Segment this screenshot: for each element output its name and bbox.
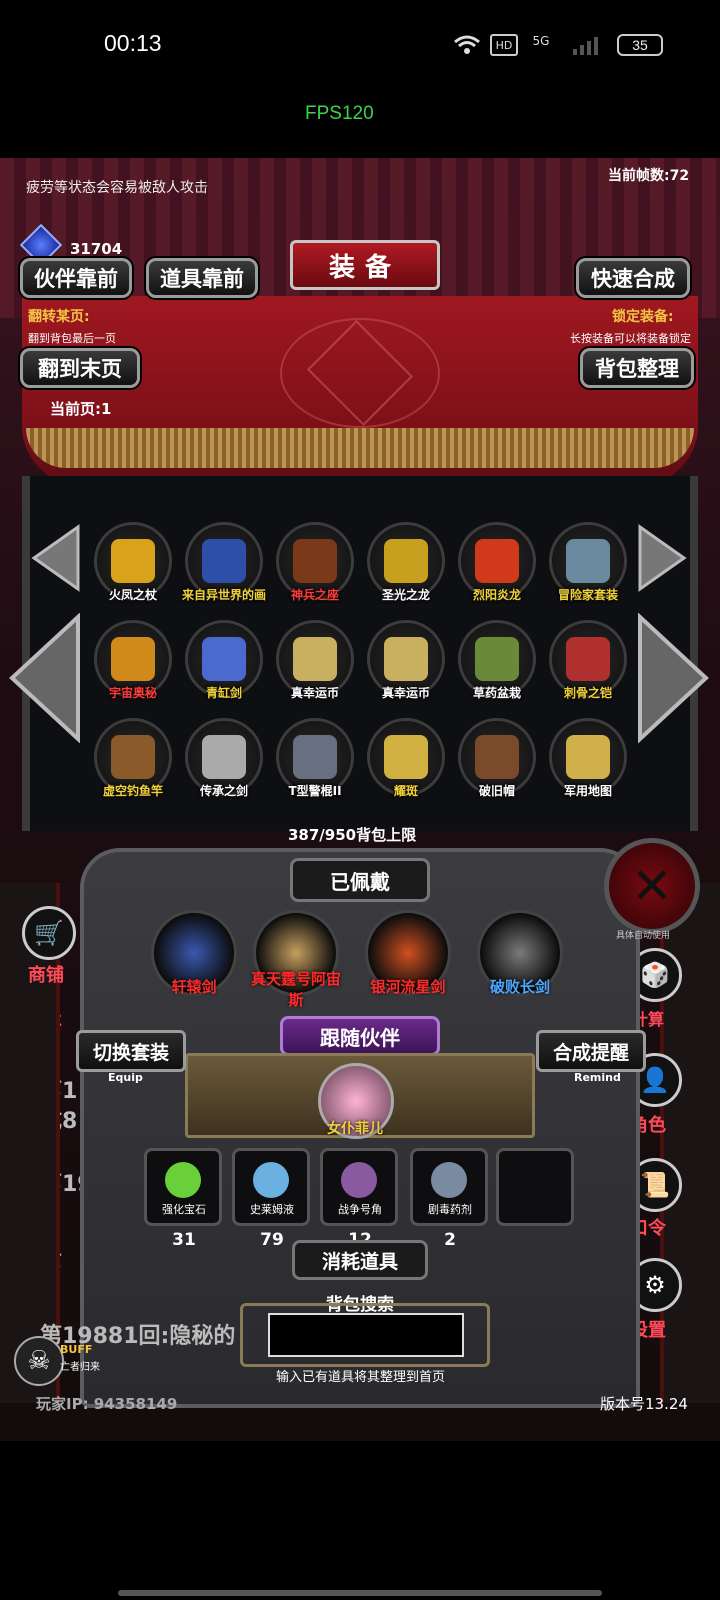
worn-weapon-label: 破败长剑 <box>489 978 550 996</box>
item-icon <box>202 637 246 681</box>
consumable-label: 史莱姆液 <box>250 1203 294 1216</box>
item-icon <box>475 735 519 779</box>
flip-page-label: 翻转某页: <box>28 309 90 325</box>
item-first-button[interactable]: 道具靠前 <box>146 258 258 298</box>
version: 版本号13.24 <box>600 1395 688 1413</box>
equip-title: 装备 <box>290 240 440 290</box>
search-hint: 输入已有道具将其整理到首页 <box>276 1370 446 1385</box>
item-icon <box>111 735 155 779</box>
consumable-label: 剧毒药剂 <box>428 1203 472 1216</box>
merge-remind-caption: Remind <box>574 1071 621 1084</box>
worn-weapon-label: 真天霆号阿宙斯 <box>250 970 341 1009</box>
consumable-icon <box>165 1162 201 1198</box>
item-icon <box>384 539 428 583</box>
prev-page-small-icon[interactable] <box>30 523 82 593</box>
next-page-small-icon[interactable] <box>636 523 688 593</box>
merge-remind-button[interactable]: 合成提醒 <box>536 1030 646 1072</box>
consumable-icon <box>341 1162 377 1198</box>
item-icon <box>566 539 610 583</box>
consumable-icon <box>253 1162 289 1198</box>
game-screen: 疲劳等状态会容易被敌人攻击 当前帧数:72 31704 哥 第1 成8 第19 … <box>0 158 720 1441</box>
lock-equip-hint: 长按装备可以将装备锁定 <box>570 332 691 345</box>
item-icon <box>202 735 246 779</box>
shop-icon[interactable]: 🛒 <box>22 906 76 960</box>
auto-use-label: 具体自动使用 <box>616 931 671 941</box>
worn-title: 已佩戴 <box>290 858 430 902</box>
frame-counter: 当前帧数:72 <box>608 168 690 184</box>
current-page: 当前页:1 <box>50 400 112 418</box>
buff-label: BUFF <box>60 1343 93 1356</box>
consumable-icon <box>431 1162 467 1198</box>
wifi-icon <box>452 34 482 56</box>
switch-set-button[interactable]: 切换套装 <box>76 1030 186 1072</box>
item-icon <box>111 539 155 583</box>
shop-label[interactable]: 商铺 <box>28 961 64 987</box>
item-icon <box>293 539 337 583</box>
consumables-title: 消耗道具 <box>292 1240 428 1280</box>
quick-merge-button[interactable]: 快速合成 <box>576 258 690 298</box>
item-icon <box>566 637 610 681</box>
consumable-label: 强化宝石 <box>162 1203 206 1216</box>
worn-weapon-label: 轩辕剑 <box>171 978 217 996</box>
item-icon <box>111 637 155 681</box>
lock-equip-label: 锁定装备: <box>612 309 674 325</box>
player-ip: 玩家IP: 94358149 <box>36 1395 178 1413</box>
companion-name: 女仆菲儿 <box>327 1121 383 1137</box>
item-label: 军用地图 <box>563 784 612 798</box>
buff-sub: 亡者归来 <box>60 1362 100 1373</box>
battery-icon: 35 <box>617 34 663 56</box>
gesture-bar[interactable] <box>118 1590 602 1596</box>
item-icon <box>475 539 519 583</box>
item-icon <box>384 637 428 681</box>
to-last-page-button[interactable]: 翻到末页 <box>20 348 140 388</box>
consumable-label: 战争号角 <box>338 1203 382 1216</box>
partner-first-button[interactable]: 伙伴靠前 <box>20 258 132 298</box>
worn-weapon-label: 银河流星剑 <box>370 978 446 996</box>
item-icon <box>293 735 337 779</box>
banner-fringe <box>26 428 694 468</box>
hd-icon: HD <box>490 34 518 56</box>
item-label: 冒险家套装 <box>557 588 618 602</box>
consumable-count: 31 <box>172 1230 196 1250</box>
item-icon <box>566 735 610 779</box>
switch-set-caption: Equip <box>108 1071 143 1084</box>
prev-page-icon[interactable] <box>8 613 82 743</box>
item-icon <box>384 735 428 779</box>
item-icon <box>293 637 337 681</box>
fatigue-hint: 疲劳等状态会容易被敌人攻击 <box>26 180 208 196</box>
follow-partner-title: 跟随伙伴 <box>280 1016 440 1056</box>
empty-consumable-slot[interactable] <box>496 1148 574 1226</box>
next-page-icon[interactable] <box>636 613 710 743</box>
item-icon <box>202 539 246 583</box>
signal-bars-icon <box>570 34 600 56</box>
flip-page-hint: 翻到背包最后一页 <box>28 332 116 345</box>
fps-overlay: FPS120 <box>305 103 374 124</box>
item-label: 刺骨之铠 <box>563 686 612 700</box>
sort-bag-button[interactable]: 背包整理 <box>580 348 694 388</box>
bag-capacity: 387/950背包上限 <box>288 826 417 844</box>
close-button[interactable]: ✕ <box>604 838 700 934</box>
clock: 00:13 <box>104 30 162 56</box>
gem-count: 31704 <box>70 240 123 258</box>
search-input[interactable] <box>268 1313 464 1357</box>
signal-5g-icon: 5G <box>532 34 550 48</box>
item-icon <box>475 637 519 681</box>
skull-icon[interactable]: ☠ <box>14 1336 64 1386</box>
